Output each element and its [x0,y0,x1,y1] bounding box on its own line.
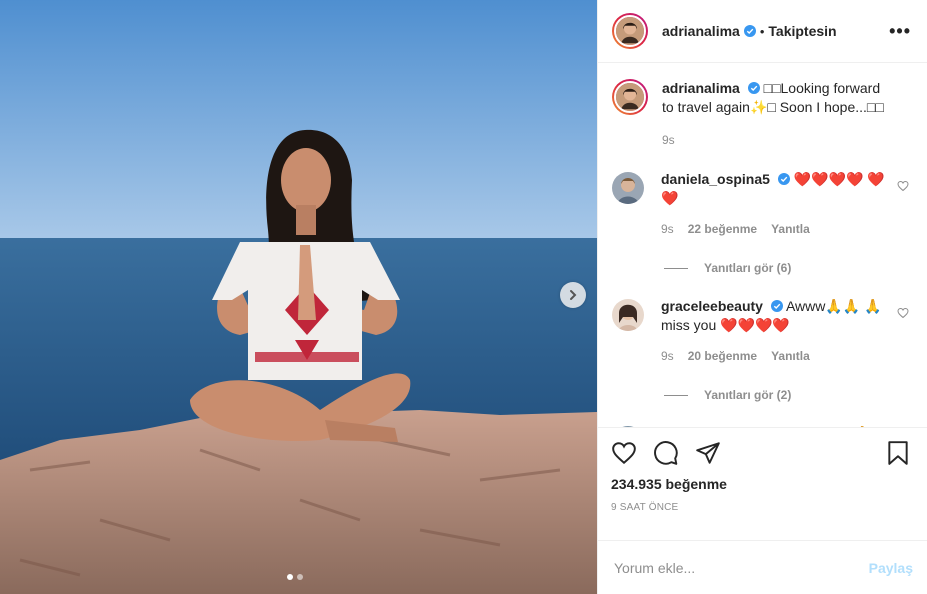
verified-badge-icon [747,82,760,95]
comment-icon[interactable] [653,440,679,466]
caption-username[interactable]: adrianalima [662,80,740,96]
post-side-panel: adrianalima • Takiptesin ••• adrianalima… [597,0,927,594]
carousel-indicator [287,574,303,580]
verified-badge-icon [777,173,790,186]
replies-divider [664,267,688,269]
next-photo-button[interactable] [560,282,586,308]
like-comment-heart-icon[interactable] [897,307,909,319]
carousel-dot [297,574,303,580]
commenter-username[interactable]: graceleebeauty [661,298,763,314]
following-button[interactable]: Takiptesin [768,23,836,39]
author-avatar[interactable] [612,13,648,50]
comment-likes[interactable]: 20 beğenme [688,347,757,366]
post-comment-button[interactable]: Paylaş [869,560,913,576]
action-icons [611,438,911,468]
bookmark-icon[interactable] [885,440,911,466]
post-timestamp[interactable]: 9 SAAT ÖNCE [611,502,911,513]
comment-time[interactable]: 9s [661,347,674,366]
post-header: adrianalima • Takiptesin ••• [598,0,927,64]
comment-body: graceleebeauty Awww🙏🙏 🙏miss you ❤️❤️❤️❤️… [661,297,893,366]
post-actions: 234.935 beğenme 9 SAAT ÖNCE [598,426,927,541]
view-replies-button[interactable]: Yanıtları gör (6) [664,261,911,275]
separator-dot: • [759,23,765,39]
carousel-dot-active [287,574,293,580]
view-replies-label: Yanıtları gör (6) [704,261,792,276]
reply-button[interactable]: Yanıtla [771,347,810,366]
caption-meta: 9s [662,131,894,150]
author-username[interactable]: adrianalima [662,23,740,39]
post-photo[interactable] [0,0,597,594]
likes-count[interactable]: 234.935 beğenme [611,476,911,492]
caption-avatar[interactable] [612,79,648,116]
yoga-photo-image [0,0,597,594]
comment-input[interactable] [614,559,869,576]
heart-icon[interactable] [611,440,637,466]
comment-meta: 9s 20 beğenme Yanıtla [661,347,893,366]
share-icon[interactable] [695,440,721,466]
post-dialog: adrianalima • Takiptesin ••• adrianalima… [0,0,927,594]
caption-time[interactable]: 9s [662,131,675,150]
add-comment-bar: Paylaş [598,540,927,594]
comment-meta: 9s 22 beğenme Yanıtla [661,220,893,239]
replies-divider [664,394,688,396]
caption-body: adrianalima □□Looking forward to travel … [662,79,894,150]
comment-row: graceleebeauty Awww🙏🙏 🙏miss you ❤️❤️❤️❤️… [612,297,911,366]
view-replies-label: Yanıtları gör (2) [704,388,792,403]
comment-body: daniela_ospina5 ❤️❤️❤️❤️ ❤️❤️ 9s 22 beğe… [661,170,893,239]
commenter-avatar[interactable] [612,172,644,205]
chevron-right-icon [570,290,577,300]
like-comment-heart-icon[interactable] [897,180,909,192]
reply-button[interactable]: Yanıtla [771,220,810,239]
comment-likes[interactable]: 22 beğenme [688,220,757,239]
comments-list[interactable]: adrianalima □□Looking forward to travel … [598,63,927,427]
comment-row: daniela_ospina5 ❤️❤️❤️❤️ ❤️❤️ 9s 22 beğe… [612,170,911,239]
commenter-username[interactable]: daniela_ospina5 [661,171,770,187]
more-options-icon[interactable]: ••• [889,21,911,42]
comment-time[interactable]: 9s [661,220,674,239]
caption-row: adrianalima □□Looking forward to travel … [612,79,911,150]
verified-badge-icon [770,300,783,313]
commenter-avatar[interactable] [612,299,644,332]
verified-badge-icon [743,25,756,38]
view-replies-button[interactable]: Yanıtları gör (2) [664,388,911,402]
